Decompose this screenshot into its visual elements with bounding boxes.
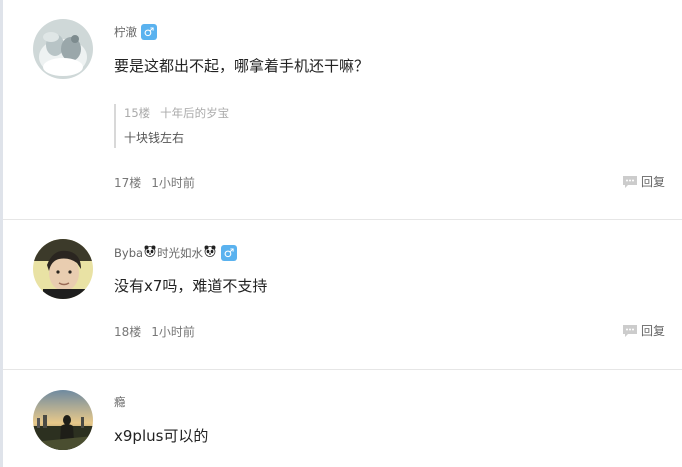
floor-number: 18楼 [114, 325, 142, 339]
quote-meta: 15楼 十年后的岁宝 [124, 104, 264, 122]
quote-floor: 15楼 [124, 106, 151, 120]
comment-text: 没有x7吗，难道不支持 [114, 277, 268, 295]
comment-text: 要是这都出不起，哪拿着手机还干嘛？ [114, 57, 370, 75]
comment-item: 柠澈 ♂ 要是这都出不起，哪拿着手机还干嘛？ 15楼 十年后的岁宝 十块钱左右 1… [3, 0, 682, 219]
avatar[interactable] [33, 390, 93, 450]
comment-text: x9plus可以的 [114, 427, 209, 445]
comment-bubble-icon [622, 175, 637, 188]
username-prefix: Byba [114, 246, 144, 260]
panda-icon [204, 245, 216, 257]
quote-text: 十块钱左右 [124, 131, 185, 145]
panda-icon [144, 245, 156, 257]
username-row: Byba 时光如水 ♂ [114, 244, 238, 262]
comment-meta: 18楼 1小时前 [114, 323, 195, 340]
username-middle: 时光如水 [157, 246, 204, 260]
comment-list: 柠澈 ♂ 要是这都出不起，哪拿着手机还干嘛？ 15楼 十年后的岁宝 十块钱左右 1… [0, 0, 682, 467]
avatar-image [33, 390, 93, 450]
comment-item: 瘾 x9plus可以的 [3, 370, 682, 467]
quoted-reply[interactable]: 15楼 十年后的岁宝 十块钱左右 [114, 104, 264, 148]
floor-number: 17楼 [114, 176, 142, 190]
reply-button[interactable]: 回复 [622, 173, 665, 190]
avatar-image [33, 239, 93, 299]
comment-item: Byba 时光如水 ♂ 没有x7吗，难道不支持 18楼 1小时前 回复 [3, 220, 682, 369]
comment-bubble-icon [622, 324, 637, 337]
reply-label: 回复 [640, 175, 665, 189]
male-icon: ♂ [141, 24, 157, 40]
timestamp: 1小时前 [151, 325, 195, 339]
username-row: 柠澈 ♂ [114, 23, 157, 41]
comment-meta: 17楼 1小时前 [114, 174, 195, 191]
username[interactable]: 瘾 [114, 394, 126, 410]
avatar[interactable] [33, 239, 93, 299]
username-row: 瘾 [114, 393, 126, 411]
male-icon: ♂ [221, 245, 238, 261]
timestamp: 1小时前 [151, 176, 195, 190]
username[interactable]: 柠澈 [114, 24, 137, 40]
username[interactable]: Byba 时光如水 [114, 245, 217, 261]
avatar[interactable] [33, 19, 93, 79]
avatar-image [33, 19, 93, 79]
quote-author[interactable]: 十年后的岁宝 [160, 106, 229, 120]
reply-label: 回复 [640, 324, 665, 338]
reply-button[interactable]: 回复 [622, 322, 665, 339]
